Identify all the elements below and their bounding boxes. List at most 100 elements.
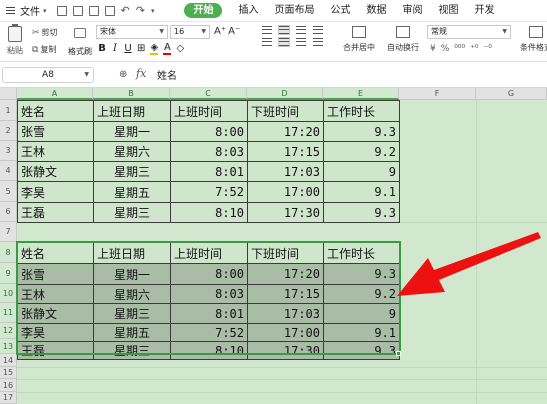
table-cell[interactable]: 姓名 [17,100,94,122]
table-cell[interactable]: 上班日期 [93,242,171,264]
tab-review[interactable]: 审阅 [394,0,430,22]
align-center-icon[interactable] [278,37,290,47]
table-cell[interactable]: 17:00 [247,323,324,342]
column-header-f[interactable]: F [399,88,476,100]
table-cell[interactable]: 8:10 [170,341,248,360]
table-cell[interactable]: 星期三 [93,341,171,360]
row-header-6[interactable]: 6 [0,202,17,222]
table-cell[interactable]: 李昊 [17,323,94,342]
table-cell[interactable]: 8:01 [170,303,248,324]
table-cell[interactable]: 下班时间 [247,100,324,122]
table-cell[interactable]: 8:01 [170,161,248,182]
tab-data[interactable]: 数据 [358,0,394,22]
row-header-9[interactable]: 9 [0,263,17,284]
copy-button[interactable]: ⧉ 复制 [32,44,56,55]
save-icon[interactable] [56,5,67,16]
table-cell[interactable]: 8:00 [170,263,248,285]
thousands-icon[interactable]: ⁰⁰⁰ [454,44,465,54]
tab-home[interactable]: 开始 [184,3,223,18]
column-header-b[interactable]: B [93,88,170,100]
font-size-select[interactable]: 16 ▼ [170,25,210,39]
table-cell[interactable]: 17:15 [247,141,324,162]
currency-icon[interactable]: ¥ [430,44,436,54]
fill-handle[interactable] [396,351,401,356]
zoom-icon[interactable]: ⊕ [119,69,127,80]
print-icon[interactable] [72,5,83,16]
print-preview-icon[interactable] [88,5,99,16]
chevron-down-icon[interactable]: ▾ [43,7,47,15]
menu-icon[interactable] [0,0,20,22]
tab-insert[interactable]: 插入 [230,0,266,22]
undo-icon[interactable]: ↶ [121,5,130,16]
tab-view[interactable]: 视图 [430,0,466,22]
table-cell[interactable]: 上班时间 [170,242,248,264]
table-cell[interactable]: 王林 [17,141,94,162]
bold-icon[interactable]: B [98,43,106,54]
table-cell[interactable]: 17:30 [247,341,324,360]
align-middle-icon[interactable] [278,25,290,35]
table-cell[interactable]: 9.3 [323,202,400,223]
row-header-1[interactable]: 1 [0,100,17,121]
table-cell[interactable]: 17:00 [247,181,324,203]
table-cell[interactable]: 上班时间 [170,100,248,122]
font-name-select[interactable]: 宋体 ▼ [96,25,168,39]
table-cell[interactable]: 王林 [17,284,94,304]
redo-icon[interactable]: ↷ [136,5,145,16]
table-cell[interactable]: 星期三 [93,202,171,223]
table-cell[interactable]: 星期五 [93,323,171,342]
table-cell[interactable]: 8:03 [170,141,248,162]
qa-more-icon[interactable]: ▾ [151,7,155,15]
table-cell[interactable]: 17:20 [247,263,324,285]
format-painter-button[interactable]: 格式刷 [68,28,92,57]
table-cell[interactable]: 星期六 [93,284,171,304]
table-cell[interactable]: 张雪 [17,121,94,142]
table-cell[interactable]: 上班日期 [93,100,171,122]
table-cell[interactable]: 9.3 [323,121,400,142]
table-cell[interactable]: 17:03 [247,303,324,324]
table-cell[interactable]: 17:20 [247,121,324,142]
align-top-icon[interactable] [262,26,272,34]
merge-center-button[interactable]: 合并居中 [343,26,375,53]
row-header-2[interactable]: 2 [0,121,17,141]
border-icon[interactable]: ⊞ [137,43,145,54]
table-cell[interactable]: 张雪 [17,263,94,285]
italic-icon[interactable]: I [111,43,119,54]
table-cell[interactable]: 9.1 [323,181,400,203]
row-header-8[interactable]: 8 [0,242,17,263]
row-header-12[interactable]: 12 [0,323,17,339]
table-cell[interactable]: 星期六 [93,141,171,162]
table-cell[interactable]: 9 [323,303,400,324]
table-cell[interactable]: 7:52 [170,323,248,342]
conditional-format-button[interactable]: 条件格式 [520,26,547,53]
increase-decimal-icon[interactable]: ⁺⁰ [470,44,478,54]
fill-color-icon[interactable]: ◈ [150,42,159,55]
table-cell[interactable]: 17:15 [247,284,324,304]
table-cell[interactable]: 张静文 [17,161,94,182]
table-cell[interactable]: 星期三 [93,161,171,182]
table-cell[interactable]: 姓名 [17,242,94,264]
table-cell[interactable]: 9 [323,161,400,182]
decrease-decimal-icon[interactable]: ⁻⁰ [483,44,491,54]
table-cell[interactable]: 17:30 [247,202,324,223]
row-header-17[interactable]: 17 [0,392,17,404]
decrease-font-icon[interactable]: A⁻ [228,26,240,37]
cut-button[interactable]: ✂ 剪切 [32,27,58,38]
table-cell[interactable]: 星期一 [93,263,171,285]
row-header-14[interactable]: 14 [0,354,17,367]
tab-page-layout[interactable]: 页面布局 [266,0,322,22]
row-header-13[interactable]: 13 [0,339,17,354]
table-cell[interactable]: 张静文 [17,303,94,324]
table-cell[interactable]: 8:10 [170,202,248,223]
file-menu[interactable]: 文件 [20,3,40,18]
table-cell[interactable]: 王磊 [17,202,94,223]
column-header-c[interactable]: C [170,88,247,100]
row-header-7[interactable]: 7 [0,222,17,242]
column-header-d[interactable]: D [247,88,323,100]
table-cell[interactable]: 星期一 [93,121,171,142]
table-cell[interactable]: 9.2 [323,284,400,304]
tab-formulas[interactable]: 公式 [322,0,358,22]
export-icon[interactable] [104,5,115,16]
row-header-15[interactable]: 15 [0,367,17,379]
column-header-a[interactable]: A [17,88,93,100]
table-cell[interactable]: 李昊 [17,181,94,203]
